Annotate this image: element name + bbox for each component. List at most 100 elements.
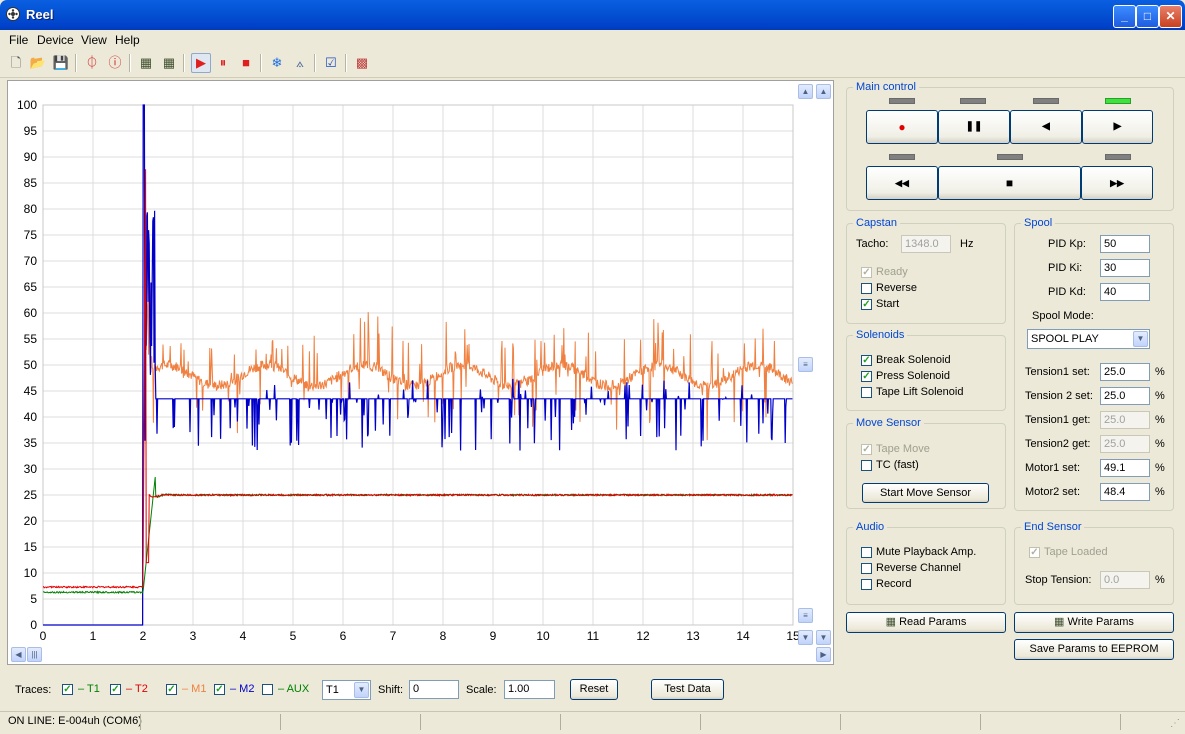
new-file-icon[interactable]: 🗋 (6, 53, 26, 73)
trace-m2-checkbox[interactable]: ✓ (214, 684, 225, 695)
scroll-up-button-2[interactable]: ▲ (816, 84, 831, 99)
trace-m1-label[interactable]: – M1 (182, 683, 206, 695)
y-tick-label: 95 (24, 124, 38, 138)
press-solenoid-label[interactable]: Press Solenoid (876, 370, 950, 382)
fast-forward-button[interactable]: ▶▶ (1081, 166, 1153, 200)
tape-lift-solenoid-checkbox[interactable] (861, 387, 872, 398)
toolbar-separator (129, 54, 131, 72)
y-tick-label: 35 (24, 436, 38, 450)
tension2-set-field[interactable]: 25.0 (1100, 387, 1150, 405)
pause-button[interactable]: ❚❚ (938, 110, 1010, 144)
pause-icon[interactable]: ⏸ (213, 53, 233, 73)
reset-button[interactable]: Reset (570, 679, 618, 700)
trace-t2-label[interactable]: – T2 (126, 683, 148, 695)
trace-t2-checkbox[interactable]: ✓ (110, 684, 121, 695)
minimize-button[interactable]: _ (1113, 5, 1136, 28)
motor2-set-label: Motor2 set: (1025, 486, 1081, 498)
motor2-set-field[interactable]: 48.4 (1100, 483, 1150, 501)
start-label[interactable]: Start (876, 298, 899, 310)
trace-m2-label[interactable]: – M2 (230, 683, 254, 695)
reverse-checkbox[interactable] (861, 283, 872, 294)
scale-field[interactable]: 1.00 (504, 680, 555, 699)
y-tick-label: 10 (24, 566, 38, 580)
reverse-play-button[interactable]: ◀ (1010, 110, 1082, 144)
scroll-down-button-2[interactable]: ▼ (816, 630, 831, 645)
tension1-get-label: Tension1 get: (1025, 414, 1091, 426)
record-label[interactable]: Record (876, 578, 911, 590)
x-tick-label: 4 (240, 629, 247, 643)
press-solenoid-checkbox[interactable]: ✓ (861, 371, 872, 382)
save-eeprom-button[interactable]: Save Params to EEPROM (1014, 639, 1174, 660)
trace-m1-checkbox[interactable]: ✓ (166, 684, 177, 695)
scroll-down-button-alt[interactable]: ≡ (798, 608, 813, 623)
play-icon[interactable]: ▶ (191, 53, 211, 73)
menu-file[interactable]: File (9, 33, 28, 47)
pid-kd-field[interactable]: 40 (1100, 283, 1150, 301)
trace-chart: 0 1 2 3 4 5 6 7 8 9 10 11 12 13 14 15051015202530354045… (17, 98, 800, 643)
grid-icon[interactable]: ▩ (352, 53, 372, 73)
tape-loaded-checkbox: ✓ (1029, 547, 1040, 558)
title-bar[interactable]: Reel _ □ ✕ (0, 0, 1185, 30)
reverse-channel-checkbox[interactable] (861, 563, 872, 574)
mute-playback-checkbox[interactable] (861, 547, 872, 558)
ready-label: Ready (876, 266, 908, 278)
read-params-button[interactable]: ▦ Read Params (846, 612, 1006, 633)
window-title: Reel (26, 7, 54, 22)
break-solenoid-checkbox[interactable]: ✓ (861, 355, 872, 366)
break-solenoid-label[interactable]: Break Solenoid (876, 354, 951, 366)
stop-button[interactable]: ■ (938, 166, 1081, 200)
scroll-right-button[interactable]: ▶ (816, 647, 831, 662)
chevron-down-icon[interactable]: ▼ (1133, 331, 1148, 347)
mute-playback-label[interactable]: Mute Playback Amp. (876, 546, 976, 558)
resize-grip-icon[interactable]: ⋰ (1170, 718, 1180, 729)
tension1-set-field[interactable]: 25.0 (1100, 363, 1150, 381)
trace-select[interactable]: T1 ▼ (322, 680, 371, 700)
record-checkbox[interactable] (861, 579, 872, 590)
spool-mode-select[interactable]: SPOOL PLAY ▼ (1027, 329, 1150, 349)
horizontal-scroll-thumb[interactable]: ||| (27, 647, 42, 662)
menu-view[interactable]: View (81, 33, 107, 47)
chevron-down-icon[interactable]: ▼ (354, 682, 369, 698)
start-checkbox[interactable]: ✓ (861, 299, 872, 310)
pid-kp-field[interactable]: 50 (1100, 235, 1150, 253)
start-move-sensor-button[interactable]: Start Move Sensor (862, 483, 989, 503)
trace-aux-checkbox[interactable] (262, 684, 273, 695)
disconnect-icon[interactable]: ⓘ (105, 53, 125, 73)
motor1-set-field[interactable]: 49.1 (1100, 459, 1150, 477)
tape-lift-solenoid-label[interactable]: Tape Lift Solenoid (876, 386, 963, 398)
close-button[interactable]: ✕ (1159, 5, 1182, 28)
read-params-icon[interactable]: ▦ (136, 53, 156, 73)
tc-fast-checkbox[interactable] (861, 460, 872, 471)
checklist-icon[interactable]: ☑ (321, 53, 341, 73)
audio-group: Audio Mute Playback Amp. Reverse Channel… (846, 521, 1006, 605)
stop-icon[interactable]: ■ (236, 53, 256, 73)
record-button[interactable]: ● (866, 110, 938, 144)
scroll-left-button[interactable]: ◀ (11, 647, 26, 662)
play-button[interactable]: ▶ (1082, 110, 1153, 144)
test-data-button[interactable]: Test Data (651, 679, 724, 700)
write-params-button[interactable]: ▦ Write Params (1014, 612, 1174, 633)
reverse-channel-label[interactable]: Reverse Channel (876, 562, 961, 574)
snowflake-icon[interactable]: ❄ (267, 53, 287, 73)
write-params-icon[interactable]: ▦ (159, 53, 179, 73)
rewind-button[interactable]: ◀◀ (866, 166, 938, 200)
reverse-label[interactable]: Reverse (876, 282, 917, 294)
trace-t1-label[interactable]: – T1 (78, 683, 100, 695)
scroll-up-button[interactable]: ▲ (798, 84, 813, 99)
menu-device[interactable]: Device (37, 33, 74, 47)
connect-icon[interactable]: ⏀ (82, 53, 102, 73)
menu-help[interactable]: Help (115, 33, 140, 47)
x-tick-label: 10 (536, 629, 550, 643)
open-folder-icon[interactable]: 📂 (28, 53, 48, 73)
vertical-scroll-thumb[interactable]: ≡ (798, 357, 813, 372)
save-disk-icon[interactable]: 💾 (51, 53, 71, 73)
chart-icon[interactable]: ⟑ (290, 53, 310, 73)
tc-fast-label[interactable]: TC (fast) (876, 459, 919, 471)
trace-t1-checkbox[interactable]: ✓ (62, 684, 73, 695)
pid-ki-field[interactable]: 30 (1100, 259, 1150, 277)
read-params-label: Read Params (899, 616, 967, 628)
scroll-down-button[interactable]: ▼ (798, 630, 813, 645)
shift-field[interactable]: 0 (409, 680, 459, 699)
maximize-button[interactable]: □ (1136, 5, 1159, 28)
trace-aux-label[interactable]: – AUX (278, 683, 309, 695)
